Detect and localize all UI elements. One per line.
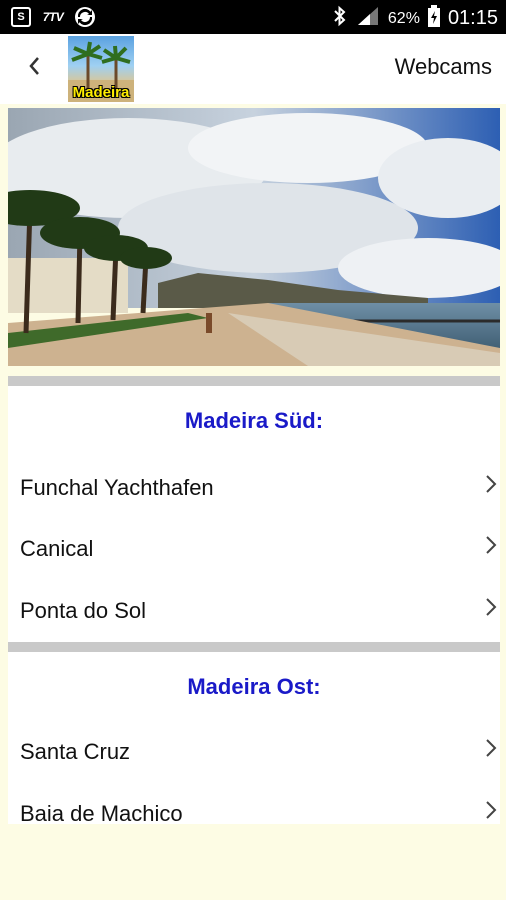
status-bar-left: S 7TV bbox=[10, 6, 96, 28]
back-button[interactable] bbox=[20, 54, 48, 84]
app-bar: Madeira Webcams bbox=[0, 34, 506, 104]
sync-icon bbox=[74, 6, 96, 28]
chevron-right-icon bbox=[482, 596, 500, 626]
divider bbox=[8, 642, 500, 652]
page-title: Webcams bbox=[394, 54, 492, 79]
signal-icon bbox=[356, 5, 380, 32]
list-item-label: Baia de Machico bbox=[20, 801, 183, 826]
list-item-canical[interactable]: Canical bbox=[20, 529, 500, 569]
section-card-sud: Madeira Süd: Funchal Yachthafen Canical … bbox=[8, 386, 500, 642]
list-item-santa-cruz[interactable]: Santa Cruz bbox=[20, 732, 500, 772]
list-item-label: Ponta do Sol bbox=[20, 598, 146, 623]
divider bbox=[8, 376, 500, 386]
chevron-right-icon bbox=[482, 473, 500, 503]
notification-app-icon: S bbox=[10, 6, 32, 28]
section-card-ost: Madeira Ost: Santa Cruz Baia de Machico bbox=[8, 652, 500, 826]
list-item-baia-de-machico[interactable]: Baia de Machico bbox=[20, 794, 500, 834]
bluetooth-icon bbox=[332, 5, 348, 32]
tv-app-label: 7TV bbox=[42, 10, 64, 24]
section-title-sud: Madeira Süd: bbox=[184, 408, 324, 433]
chevron-right-icon bbox=[482, 799, 500, 829]
battery-icon bbox=[427, 5, 440, 32]
status-bar-right: 62% 01:15 bbox=[332, 5, 498, 32]
section-title-ost: Madeira Ost: bbox=[187, 674, 321, 699]
status-bar: S 7TV 62% 01:15 bbox=[0, 0, 506, 34]
battery-percent: 62% bbox=[387, 9, 420, 27]
list-item-funchal-yachthafen[interactable]: Funchal Yachthafen bbox=[20, 468, 500, 508]
logo-text: Madeira bbox=[72, 84, 130, 101]
list-item-ponta-do-sol[interactable]: Ponta do Sol bbox=[20, 591, 500, 631]
chevron-right-icon bbox=[482, 737, 500, 767]
hero-image bbox=[8, 108, 500, 366]
list-item-label: Funchal Yachthafen bbox=[20, 475, 214, 500]
list-item-label: Santa Cruz bbox=[20, 739, 131, 764]
chevron-left-icon bbox=[27, 54, 41, 84]
app-logo: Madeira bbox=[68, 36, 134, 102]
clock: 01:15 bbox=[447, 7, 498, 29]
chevron-right-icon bbox=[482, 534, 500, 564]
list-item-label: Canical bbox=[20, 536, 94, 561]
